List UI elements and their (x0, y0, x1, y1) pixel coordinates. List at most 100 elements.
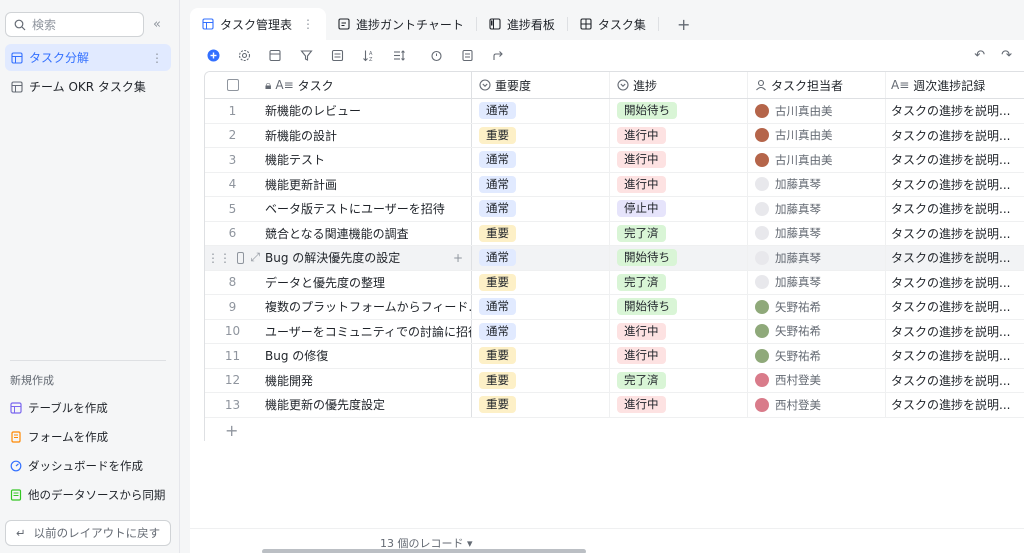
form-view-icon[interactable] (460, 48, 474, 62)
task-cell[interactable]: 複数のプラットフォームからフィード... (260, 295, 472, 319)
table-row[interactable]: 6 競合となる関連機能の調査 重要 完了済 加藤真琴 タスクの進捗を説明... (205, 221, 1024, 246)
task-cell[interactable]: データと優先度の整理 (260, 270, 472, 294)
importance-cell[interactable]: 通常 (472, 148, 610, 172)
task-cell[interactable]: 競合となる関連機能の調査 (260, 221, 472, 245)
owner-cell[interactable]: 矢野祐希 (748, 295, 886, 319)
drag-handle-icon[interactable]: ⋮⋮ (207, 251, 231, 265)
weekly-cell[interactable]: タスクの進捗を説明... (886, 173, 1024, 197)
add-subtask-icon[interactable]: + (453, 251, 463, 265)
column-header-task[interactable]: 🔒︎ A≡ タスク (260, 72, 472, 98)
sort-icon[interactable]: AZ (361, 48, 375, 62)
create-dashboard-button[interactable]: ダッシュボードを作成 (10, 456, 143, 476)
search-input[interactable]: 検索 (5, 12, 144, 37)
tab-task-collection[interactable]: タスク集 (568, 8, 658, 40)
weekly-cell[interactable]: タスクの進捗を説明... (886, 295, 1024, 319)
table-row[interactable]: 10 ユーザーをコミュニティでの討論に招待 通常 進行中 矢野祐希 タスクの進捗… (205, 319, 1024, 344)
progress-cell[interactable]: 完了済 (610, 368, 748, 392)
create-table-button[interactable]: テーブルを作成 (10, 398, 108, 418)
add-view-button[interactable]: + (669, 15, 698, 34)
progress-cell[interactable]: 進行中 (610, 148, 748, 172)
sync-datasource-button[interactable]: 他のデータソースから同期 (10, 485, 165, 505)
table-row[interactable]: 4 機能更新計画 通常 進行中 加藤真琴 タスクの進捗を説明... (205, 172, 1024, 197)
progress-cell[interactable]: 進行中 (610, 123, 748, 147)
create-form-button[interactable]: フォームを作成 (10, 427, 108, 447)
weekly-cell[interactable]: タスクの進捗を説明... (886, 393, 1024, 417)
weekly-cell[interactable]: タスクの進捗を説明... (886, 197, 1024, 221)
sidebar-item-task-breakdown[interactable]: タスク分解 ⋮ (5, 44, 171, 71)
filter-icon[interactable] (299, 48, 313, 62)
row-checkbox[interactable] (237, 251, 245, 264)
row-height-icon[interactable] (392, 48, 406, 62)
back-to-previous-layout-button[interactable]: ↵ 以前のレイアウトに戻す (5, 520, 171, 546)
owner-cell[interactable]: 加藤真琴 (748, 172, 886, 196)
tab-task-management[interactable]: タスク管理表 ⋮ (190, 8, 327, 40)
owner-cell[interactable]: 矢野祐希 (748, 344, 886, 368)
weekly-cell[interactable]: タスクの進捗を説明... (886, 124, 1024, 148)
task-cell[interactable]: 新機能の設計 (260, 123, 472, 147)
progress-cell[interactable]: 開始待ち (610, 99, 748, 123)
owner-cell[interactable]: 古川真由美 (748, 148, 886, 172)
progress-cell[interactable]: 進行中 (610, 319, 748, 343)
owner-cell[interactable]: 西村登美 (748, 393, 886, 417)
weekly-cell[interactable]: タスクの進捗を説明... (886, 99, 1024, 123)
task-cell[interactable]: 機能テスト (260, 148, 472, 172)
table-row[interactable]: 11 Bug の修復 重要 進行中 矢野祐希 タスクの進捗を説明... (205, 344, 1024, 369)
importance-cell[interactable]: 重要 (472, 368, 610, 392)
owner-cell[interactable]: 加藤真琴 (748, 221, 886, 245)
tab-kanban[interactable]: 進捗看板 (477, 8, 567, 40)
owner-cell[interactable]: 古川真由美 (748, 99, 886, 123)
owner-cell[interactable]: 加藤真琴 (748, 246, 886, 270)
task-cell[interactable]: 機能更新の優先度設定 (260, 393, 472, 417)
table-row[interactable]: 8 データと優先度の整理 重要 完了済 加藤真琴 タスクの進捗を説明... (205, 270, 1024, 295)
importance-cell[interactable]: 重要 (472, 344, 610, 368)
column-header-weekly[interactable]: A≡ 週次進捗記録 (886, 72, 1024, 98)
group-icon[interactable] (330, 48, 344, 62)
task-cell[interactable]: 機能開発 (260, 368, 472, 392)
importance-cell[interactable]: 重要 (472, 221, 610, 245)
owner-cell[interactable]: 矢野祐希 (748, 319, 886, 343)
sidebar-item-team-okr[interactable]: チーム OKR タスク集 (5, 73, 171, 100)
table-row[interactable]: ⋮⋮ ⤢ Bug の解決優先度の設定 + 通常 開始待ち 加藤真琴 タスクの進捗… (205, 246, 1024, 271)
weekly-cell[interactable]: タスクの進捗を説明... (886, 271, 1024, 295)
table-row[interactable]: 13 機能更新の優先度設定 重要 進行中 西村登美 タスクの進捗を説明... (205, 393, 1024, 418)
importance-cell[interactable]: 重要 (472, 270, 610, 294)
owner-cell[interactable]: 西村登美 (748, 368, 886, 392)
progress-cell[interactable]: 進行中 (610, 172, 748, 196)
importance-cell[interactable]: 通常 (472, 246, 610, 270)
share-icon[interactable] (491, 48, 505, 62)
weekly-cell[interactable]: タスクの進捗を説明... (886, 148, 1024, 172)
owner-cell[interactable]: 古川真由美 (748, 123, 886, 147)
more-icon[interactable]: ⋮ (302, 17, 314, 31)
task-cell[interactable]: ユーザーをコミュニティでの討論に招待 (260, 319, 472, 343)
importance-cell[interactable]: 重要 (472, 393, 610, 417)
progress-cell[interactable]: 停止中 (610, 197, 748, 221)
weekly-cell[interactable]: タスクの進捗を説明... (886, 369, 1024, 393)
tab-gantt[interactable]: 進捗ガントチャート (326, 8, 476, 40)
importance-cell[interactable]: 通常 (472, 172, 610, 196)
add-row-button[interactable]: + (205, 418, 1024, 441)
column-header-owner[interactable]: タスク担当者 (748, 72, 886, 98)
add-record-icon[interactable] (206, 48, 220, 62)
select-all-checkbox[interactable] (226, 79, 239, 91)
task-cell[interactable]: 機能更新計画 (260, 172, 472, 196)
more-icon[interactable]: ⋮ (151, 51, 163, 65)
importance-cell[interactable]: 重要 (472, 123, 610, 147)
progress-cell[interactable]: 完了済 (610, 221, 748, 245)
table-row[interactable]: 5 ベータ版テストにユーザーを招待 通常 停止中 加藤真琴 タスクの進捗を説明.… (205, 197, 1024, 222)
owner-cell[interactable]: 加藤真琴 (748, 270, 886, 294)
importance-cell[interactable]: 通常 (472, 319, 610, 343)
progress-cell[interactable]: 完了済 (610, 270, 748, 294)
weekly-cell[interactable]: タスクの進捗を説明... (886, 344, 1024, 368)
task-cell[interactable]: ベータ版テストにユーザーを招待 (260, 197, 472, 221)
alarm-clock-icon[interactable] (429, 48, 443, 62)
table-row[interactable]: 3 機能テスト 通常 進行中 古川真由美 タスクの進捗を説明... (205, 148, 1024, 173)
task-cell[interactable]: Bug の修復 (260, 344, 472, 368)
task-cell[interactable]: 新機能のレビュー (260, 99, 472, 123)
column-header-progress[interactable]: 進捗 (610, 72, 748, 98)
table-row[interactable]: 12 機能開発 重要 完了済 西村登美 タスクの進捗を説明... (205, 368, 1024, 393)
undo-icon[interactable]: ↶ (974, 48, 985, 63)
progress-cell[interactable]: 開始待ち (610, 246, 748, 270)
redo-icon[interactable]: ↷ (1001, 48, 1012, 63)
column-header-importance[interactable]: 重要度 (472, 72, 610, 98)
select-all-checkbox-cell[interactable] (205, 72, 260, 98)
